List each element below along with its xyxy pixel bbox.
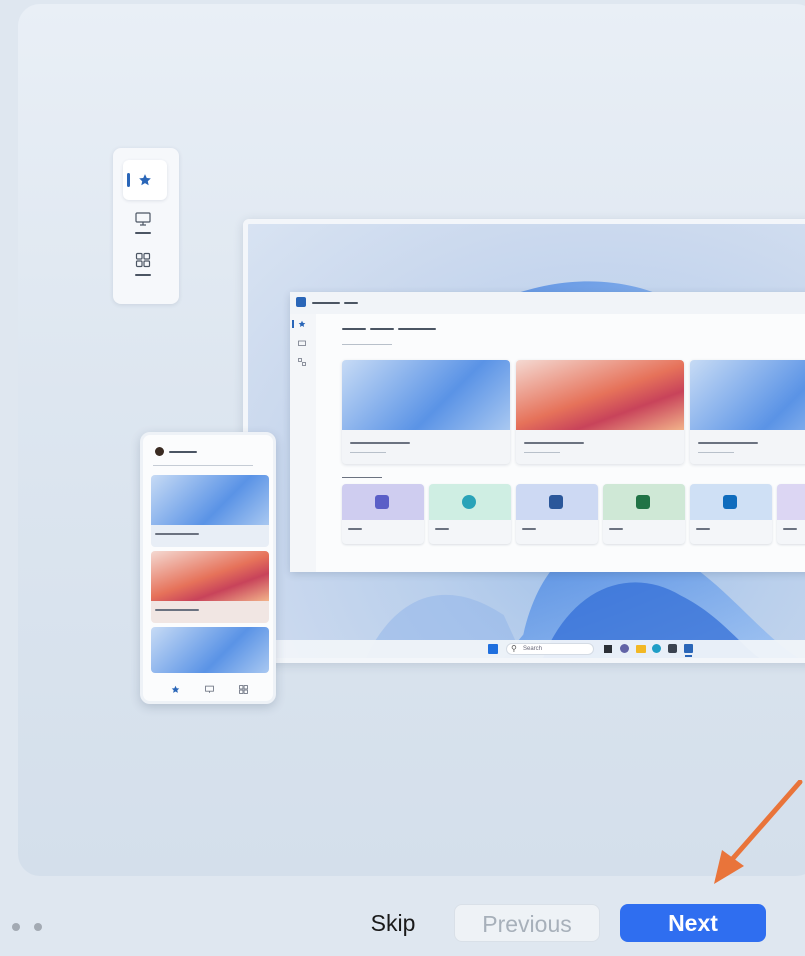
tile-label-placeholder — [783, 528, 797, 530]
card-subtitle-placeholder — [350, 452, 386, 453]
taskview-icon — [604, 645, 612, 653]
word-icon — [549, 495, 563, 509]
monitor-icon — [135, 212, 151, 226]
app-tile — [690, 484, 772, 544]
tile-label-placeholder — [435, 528, 449, 530]
featured-card — [342, 360, 510, 464]
featured-card — [690, 360, 805, 464]
phone-preview — [140, 432, 276, 704]
apps-icon — [239, 685, 248, 694]
desktop-preview: ⚲ Search — [243, 219, 805, 663]
hero-illustration: ⚲ Search — [18, 4, 805, 876]
rail-label-placeholder — [135, 274, 151, 276]
tile-label-placeholder — [522, 528, 536, 530]
taskbar-search-label: Search — [523, 646, 543, 652]
card-image — [690, 360, 805, 430]
card-title-placeholder — [698, 442, 758, 444]
skip-button[interactable]: Skip — [360, 904, 426, 942]
outlook-icon — [723, 495, 737, 509]
chat-icon — [620, 644, 629, 653]
taskbar-search: ⚲ Search — [506, 643, 594, 655]
section-heading-placeholder — [398, 328, 436, 330]
edge-icon — [462, 495, 476, 509]
start-icon — [488, 644, 498, 654]
phone-card — [151, 551, 269, 623]
profile-name-placeholder — [169, 451, 197, 453]
card-image — [516, 360, 684, 430]
apps-icon — [135, 252, 151, 268]
app-window-preview — [290, 292, 805, 572]
app-logo-icon — [684, 644, 693, 653]
app-logo-icon — [296, 297, 306, 307]
search-icon: ⚲ — [511, 644, 517, 653]
tile-label-placeholder — [609, 528, 623, 530]
teams-icon — [375, 495, 389, 509]
card-image — [151, 551, 269, 601]
tile-label-placeholder — [348, 528, 362, 530]
card-title-placeholder — [155, 609, 199, 611]
card-title-placeholder — [524, 442, 584, 444]
section-heading-placeholder — [342, 328, 366, 330]
app-sidebar — [290, 314, 316, 572]
app-tile — [429, 484, 511, 544]
tabs-placeholder — [153, 465, 253, 466]
app-tile — [603, 484, 685, 544]
section-heading-placeholder — [342, 477, 382, 478]
star-icon — [139, 174, 151, 186]
store-icon — [668, 644, 677, 653]
active-app-indicator — [685, 655, 692, 657]
subheading-placeholder — [342, 344, 392, 345]
active-indicator — [127, 173, 130, 187]
featured-card — [516, 360, 684, 464]
card-title-placeholder — [155, 533, 199, 535]
app-tile — [516, 484, 598, 544]
app-tile — [342, 484, 424, 544]
page-indicator — [12, 918, 52, 936]
excel-icon — [636, 495, 650, 509]
card-subtitle-placeholder — [524, 452, 560, 453]
phone-card — [151, 475, 269, 547]
section-heading-placeholder — [370, 328, 394, 330]
apps-icon — [298, 358, 306, 366]
card-subtitle-placeholder — [698, 452, 734, 453]
rail-label-placeholder — [135, 232, 151, 234]
next-button[interactable]: Next — [620, 904, 766, 942]
nav-rail-preview — [113, 148, 179, 304]
sidebar-active-indicator — [292, 320, 294, 328]
monitor-icon — [205, 685, 214, 693]
annotation-arrow-icon — [714, 780, 803, 884]
taskbar: ⚲ Search — [248, 640, 805, 658]
phone-card — [151, 627, 269, 673]
card-image — [151, 627, 269, 673]
monitor-icon — [298, 340, 306, 346]
app-tile — [777, 484, 805, 544]
page-dot — [34, 923, 43, 931]
previous-button[interactable]: Previous — [454, 904, 600, 942]
title-placeholder — [312, 302, 340, 304]
card-image — [151, 475, 269, 525]
star-icon — [298, 320, 306, 328]
page-dot — [12, 923, 20, 931]
card-image — [342, 360, 510, 430]
tile-label-placeholder — [696, 528, 710, 530]
star-icon — [171, 685, 180, 693]
folder-icon — [636, 645, 646, 653]
card-title-placeholder — [350, 442, 410, 444]
rail-item-favorites — [123, 160, 167, 200]
avatar — [155, 447, 164, 456]
edge-icon — [652, 644, 661, 653]
app-titlebar — [290, 292, 805, 314]
title-placeholder — [344, 302, 358, 304]
